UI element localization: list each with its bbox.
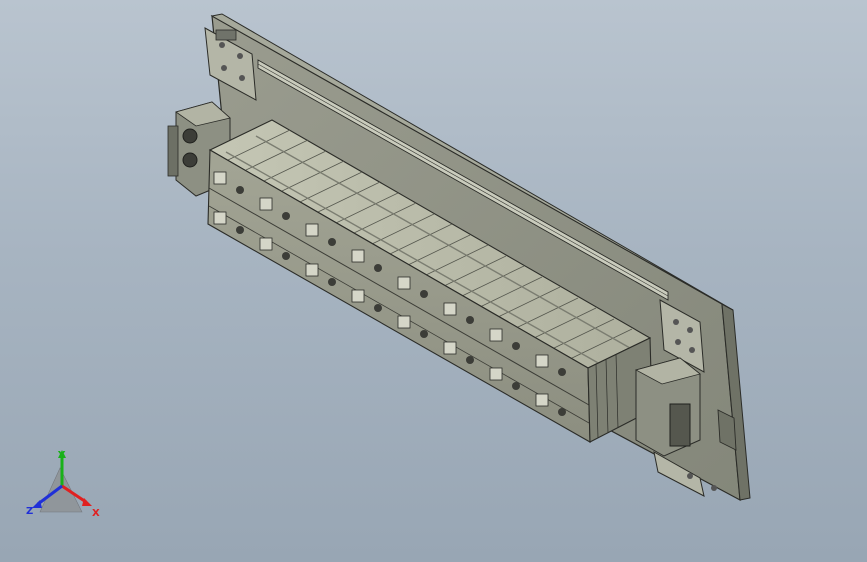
y-axis-label: Y bbox=[57, 450, 66, 461]
battery-fixture-model[interactable] bbox=[0, 0, 867, 562]
orientation-triad: Y X Z bbox=[22, 446, 112, 526]
x-axis-label: X bbox=[92, 508, 100, 519]
z-axis-label: Z bbox=[26, 506, 33, 517]
graphics-viewport[interactable]: Y X Z bbox=[0, 0, 867, 562]
